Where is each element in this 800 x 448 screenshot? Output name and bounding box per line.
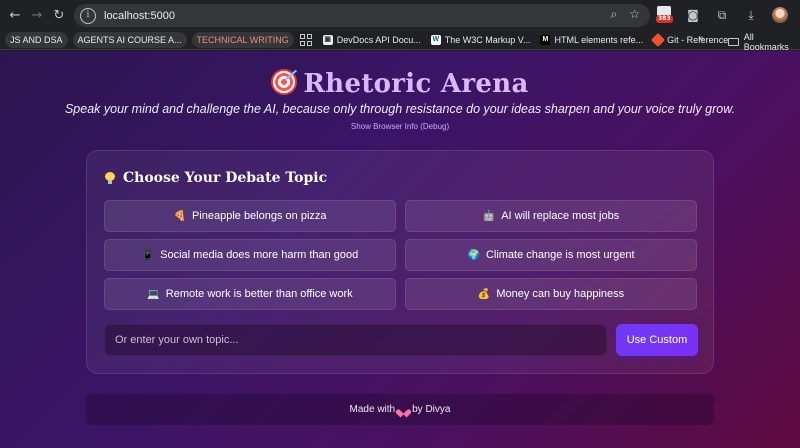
w3c-icon: W	[430, 34, 441, 45]
topic-button-social-media[interactable]: 📱 Social media does more harm than good	[104, 239, 396, 271]
extension-badge-icon[interactable]: 383	[654, 5, 674, 25]
bookmark-label: HTML elements refe...	[554, 34, 644, 45]
site-info-icon[interactable]: i	[80, 7, 96, 24]
lightbulb-icon	[105, 172, 115, 184]
avatar[interactable]	[772, 7, 788, 23]
topic-label: Money can buy happiness	[496, 288, 625, 300]
phone-icon: 📱	[141, 249, 155, 261]
footer: Made with by Divya	[86, 394, 714, 425]
address-bar[interactable]: i localhost:5000 ⌕ ☆	[74, 4, 650, 27]
footer-made-with: Made with	[349, 404, 396, 415]
profile-avatar[interactable]	[770, 5, 790, 25]
topic-label: Remote work is better than office work	[165, 288, 353, 300]
topic-button-money-happiness[interactable]: 💰 Money can buy happiness	[405, 278, 697, 310]
money-bag-icon: 💰	[477, 288, 491, 300]
bookmark-label: DevDocs API Docu...	[336, 34, 421, 45]
camera-icon[interactable]: ◙	[683, 5, 703, 25]
page: Rhetoric Arena Speak your mind and chall…	[0, 51, 800, 448]
all-bookmarks[interactable]: All Bookmarks	[728, 32, 800, 52]
topic-card: Choose Your Debate Topic 🍕 Pineapple bel…	[86, 150, 714, 374]
browser-toolbar: ← → ↻ i localhost:5000 ⌕ ☆ 383 ◙ ⧉ ⤓ ⋮	[0, 0, 800, 30]
bookmark-git[interactable]: Git - Reference	[648, 32, 733, 48]
bookmark-devdocs[interactable]: ▣ DevDocs API Docu...	[318, 32, 426, 48]
mdn-icon: M	[540, 34, 551, 45]
extension-badge-count: 383	[656, 15, 673, 23]
topic-label: Social media does more harm than good	[160, 249, 359, 261]
topic-button-pineapple-pizza[interactable]: 🍕 Pineapple belongs on pizza	[104, 200, 396, 232]
url-text[interactable]: localhost:5000	[104, 10, 175, 22]
download-icon[interactable]: ⤓	[741, 5, 761, 25]
target-dart-icon	[271, 69, 298, 95]
bookmark-js-dsa[interactable]: JS AND DSA	[5, 31, 68, 48]
topic-heading-text: Choose Your Debate Topic	[123, 170, 328, 186]
topic-button-ai-jobs[interactable]: 🤖 AI will replace most jobs	[405, 200, 697, 232]
footer-author: by Divya	[412, 404, 451, 415]
git-icon	[651, 32, 666, 47]
all-bookmarks-label: All Bookmarks	[743, 32, 789, 52]
bookmark-technical-writing[interactable]: TECHNICAL WRITING	[191, 31, 294, 48]
apps-grid-icon[interactable]	[299, 33, 312, 46]
topic-label: Climate change is most urgent	[485, 249, 635, 261]
reload-icon[interactable]: ↻	[48, 4, 70, 26]
back-arrow-icon[interactable]: ←	[4, 4, 26, 26]
bookmark-agents-ai[interactable]: AGENTS AI COURSE A...	[72, 31, 187, 48]
bookmark-label: The W3C Markup V...	[444, 34, 531, 45]
extensions-puzzle-icon[interactable]: ⧉	[712, 5, 732, 25]
topic-heading: Choose Your Debate Topic	[105, 170, 327, 186]
bookmark-mdn[interactable]: M HTML elements refe...	[535, 32, 648, 48]
page-title-text: Rhetoric Arena	[303, 69, 529, 99]
use-custom-button[interactable]: Use Custom	[616, 324, 698, 356]
bookmark-star-icon[interactable]: ☆	[629, 7, 640, 22]
bookmarks-bar: JS AND DSA AGENTS AI COURSE A... TECHNIC…	[0, 30, 800, 52]
heart-icon	[399, 406, 408, 414]
topic-button-remote-work[interactable]: 💻 Remote work is better than office work	[104, 278, 396, 310]
zoom-search-icon[interactable]: ⌕	[611, 7, 618, 22]
debug-info-link[interactable]: Show Browser Info (Debug)	[0, 122, 800, 131]
custom-topic-input[interactable]	[104, 324, 607, 356]
topic-label: AI will replace most jobs	[501, 210, 620, 222]
laptop-icon: 💻	[147, 288, 160, 300]
devdocs-icon: ▣	[322, 34, 333, 45]
bookmarks-overflow-icon[interactable]: »	[698, 33, 704, 45]
topic-label: Pineapple belongs on pizza	[191, 210, 327, 222]
page-title: Rhetoric Arena	[0, 69, 800, 99]
pizza-icon: 🍕	[173, 210, 186, 222]
forward-arrow-icon[interactable]: →	[26, 4, 48, 26]
globe-icon: 🌍	[467, 249, 480, 261]
bookmark-w3c[interactable]: W The W3C Markup V...	[426, 32, 536, 48]
page-subtitle: Speak your mind and challenge the AI, be…	[64, 102, 736, 116]
robot-icon: 🤖	[482, 210, 496, 222]
topic-button-climate-change[interactable]: 🌍 Climate change is most urgent	[405, 239, 697, 271]
folder-icon	[728, 38, 739, 46]
